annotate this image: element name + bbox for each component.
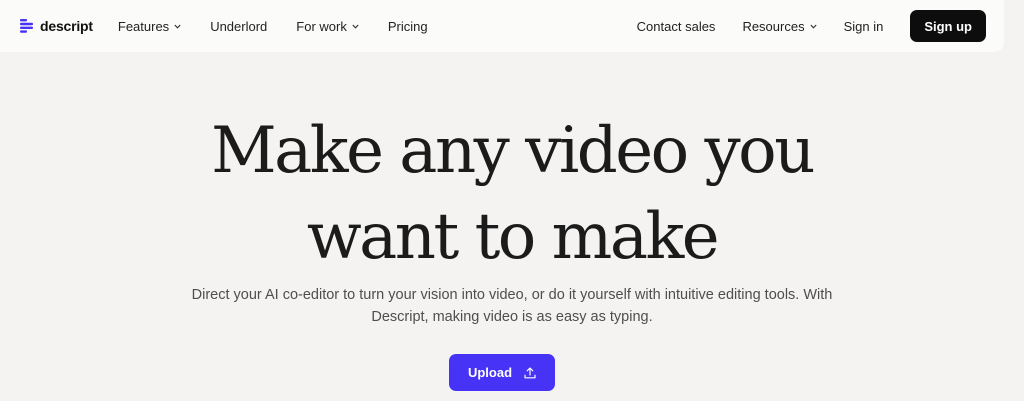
hero-headline-line-2: want to make [306,200,720,274]
chevron-down-icon [174,24,181,29]
chevron-down-icon [352,24,359,29]
chevron-down-icon [809,24,817,29]
nav-features-label: Features [117,18,170,34]
logo-text: descript [40,18,93,34]
nav-for-work[interactable]: For work [296,19,359,34]
nav-resources[interactable]: Resources [742,18,817,34]
sign-up-button[interactable]: Sign up [910,10,986,42]
nav-underlord-label: Underlord [210,18,268,34]
nav-resources-label: Resources [742,18,805,34]
hero-subtext: Direct your AI co-editor to turn your vi… [191,287,833,325]
upload-button-label: Upload [467,365,513,380]
upload-icon [524,366,536,378]
top-nav: descript Features Underlord For work Pri… [0,0,1004,52]
nav-for-work-label: For work [296,18,347,34]
hero-headline-line-1: Make any video you [211,114,815,188]
nav-pricing-label: Pricing [387,18,428,34]
nav-contact-sales-label: Contact sales [636,18,716,34]
nav-contact-sales[interactable]: Contact sales [637,19,716,34]
logo[interactable]: descript [20,18,93,34]
nav-sign-in-label: Sign in [843,18,884,34]
nav-underlord[interactable]: Underlord [210,19,267,34]
descript-logo-icon [20,19,33,33]
upload-button[interactable]: Upload [449,354,555,391]
nav-sign-in[interactable]: Sign in [844,19,884,34]
hero-headline: Make any video you want to make [0,108,1024,280]
nav-pricing[interactable]: Pricing [388,19,428,34]
nav-features[interactable]: Features [118,19,181,34]
